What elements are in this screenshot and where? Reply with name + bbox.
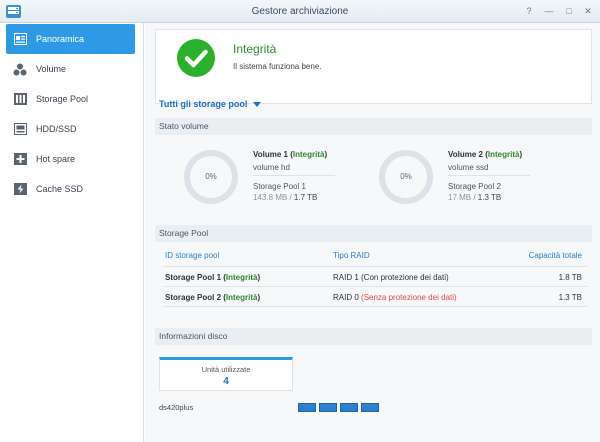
close-button[interactable]: ✕: [582, 5, 594, 17]
minimize-button[interactable]: —: [543, 5, 555, 17]
table-row-2-capacity: 1.3 TB: [558, 293, 582, 302]
column-header-capacity[interactable]: Capacità totale: [529, 251, 582, 260]
pool-status: Integrità: [225, 293, 258, 302]
table-row-1-capacity: 1.8 TB: [558, 273, 582, 282]
volume-used: 143.8 MB: [253, 193, 288, 202]
pool-name: Storage Pool 2: [165, 293, 222, 302]
storage-pool-icon: [13, 92, 27, 106]
volume-name: Volume 2: [448, 150, 483, 159]
volume-1-pool: Storage Pool 1: [253, 182, 306, 191]
volume-status: Integrità: [292, 150, 325, 159]
sidebar-item-label: HDD/SSD: [36, 124, 77, 134]
sidebar: Panoramica Volume Storage Pool HDD/SSD H…: [0, 23, 144, 442]
health-status-subtitle: Il sistema funziona bene.: [233, 62, 322, 71]
window-title: Gestore archiviazione: [251, 6, 349, 17]
divider: [163, 286, 588, 287]
sidebar-item-volume[interactable]: Volume: [6, 54, 135, 84]
volume-2-description: volume ssd: [448, 163, 489, 172]
used-drives-card: Unità utilizzate 4: [159, 357, 293, 391]
storage-pool-filter-dropdown[interactable]: Tutti gli storage pool: [159, 99, 262, 109]
check-circle-icon: [177, 39, 215, 77]
volume-2-percent: 0%: [400, 172, 412, 181]
volume-icon: [13, 62, 27, 76]
volume-2-title[interactable]: Volume 2 (Integrità): [448, 150, 522, 159]
volume-2-usage-gauge: 0%: [378, 149, 434, 205]
divider: [253, 175, 335, 176]
drive-bay-1[interactable]: [298, 403, 316, 412]
drive-bay-2[interactable]: [319, 403, 337, 412]
help-button[interactable]: ?: [523, 5, 535, 17]
sidebar-item-hot-spare[interactable]: Hot spare: [6, 144, 135, 174]
hdd-icon: [13, 122, 27, 136]
sidebar-item-storage-pool[interactable]: Storage Pool: [6, 84, 135, 114]
pool-name: Storage Pool 1: [165, 273, 222, 282]
hot-spare-icon: [13, 152, 27, 166]
raid-type: RAID 0: [333, 293, 359, 302]
raid-note: (Senza protezione dei dati): [361, 293, 457, 302]
volume-2-pool: Storage Pool 2: [448, 182, 501, 191]
volume-name: Volume 1: [253, 150, 288, 159]
storage-pool-section-header: Storage Pool: [155, 225, 592, 242]
title-bar: Gestore archiviazione ? — □ ✕: [0, 0, 600, 23]
volume-used: 17 MB: [448, 193, 472, 202]
divider: [163, 306, 588, 307]
filter-label: Tutti gli storage pool: [159, 99, 248, 109]
used-drives-count: 4: [223, 376, 229, 387]
volume-1-title[interactable]: Volume 1 (Integrità): [253, 150, 327, 159]
table-row-2-raid: RAID 0 (Senza protezione dei dati): [333, 293, 457, 302]
device-model: ds420plus: [159, 403, 194, 412]
sidebar-item-label: Volume: [36, 64, 67, 74]
column-header-id[interactable]: ID storage pool: [165, 251, 219, 260]
sidebar-item-panoramica[interactable]: Panoramica: [6, 24, 135, 54]
sidebar-item-label: Storage Pool: [36, 94, 89, 104]
volume-total: 1.3 TB: [477, 193, 502, 202]
volume-status: Integrità: [487, 150, 520, 159]
main-panel: Integrità Il sistema funziona bene. Tutt…: [145, 23, 600, 442]
volume-1-percent: 0%: [205, 172, 217, 181]
volume-section-header: Stato volume: [155, 118, 592, 135]
overview-icon: [13, 32, 27, 46]
health-status-title: Integrità: [233, 42, 277, 56]
chevron-down-icon: [253, 101, 262, 107]
drive-bay-3[interactable]: [340, 403, 358, 412]
used-drives-label: Unità utilizzate: [201, 365, 251, 374]
column-header-raid[interactable]: Tipo RAID: [333, 251, 370, 260]
drive-bay-4[interactable]: [361, 403, 379, 412]
health-card: Integrità Il sistema funziona bene.: [155, 29, 592, 104]
table-row-1-name[interactable]: Storage Pool 1 (Integrità): [165, 273, 260, 282]
volume-total: 1.7 TB: [293, 193, 318, 202]
sidebar-item-label: Hot spare: [36, 154, 76, 164]
cache-ssd-icon: [13, 182, 27, 196]
table-row-1-raid: RAID 1 (Con protezione dei dati): [333, 273, 449, 282]
table-row-2-name[interactable]: Storage Pool 2 (Integrità): [165, 293, 260, 302]
sidebar-item-label: Panoramica: [36, 34, 85, 44]
disk-info-section-header: Informazioni disco: [155, 328, 592, 345]
sidebar-item-hdd-ssd[interactable]: HDD/SSD: [6, 114, 135, 144]
sidebar-item-cache-ssd[interactable]: Cache SSD: [6, 174, 135, 204]
maximize-button[interactable]: □: [563, 5, 575, 17]
raid-note: (Con protezione dei dati): [361, 273, 449, 282]
volume-2-size: 17 MB / 1.3 TB: [448, 193, 502, 202]
raid-type: RAID 1: [333, 273, 359, 282]
volume-1-description: volume hd: [253, 163, 290, 172]
sidebar-item-label: Cache SSD: [36, 184, 84, 194]
volume-1-usage-gauge: 0%: [183, 149, 239, 205]
divider: [163, 266, 588, 267]
volume-1-size: 143.8 MB / 1.7 TB: [253, 193, 318, 202]
pool-status: Integrità: [225, 273, 258, 282]
divider: [448, 175, 530, 176]
